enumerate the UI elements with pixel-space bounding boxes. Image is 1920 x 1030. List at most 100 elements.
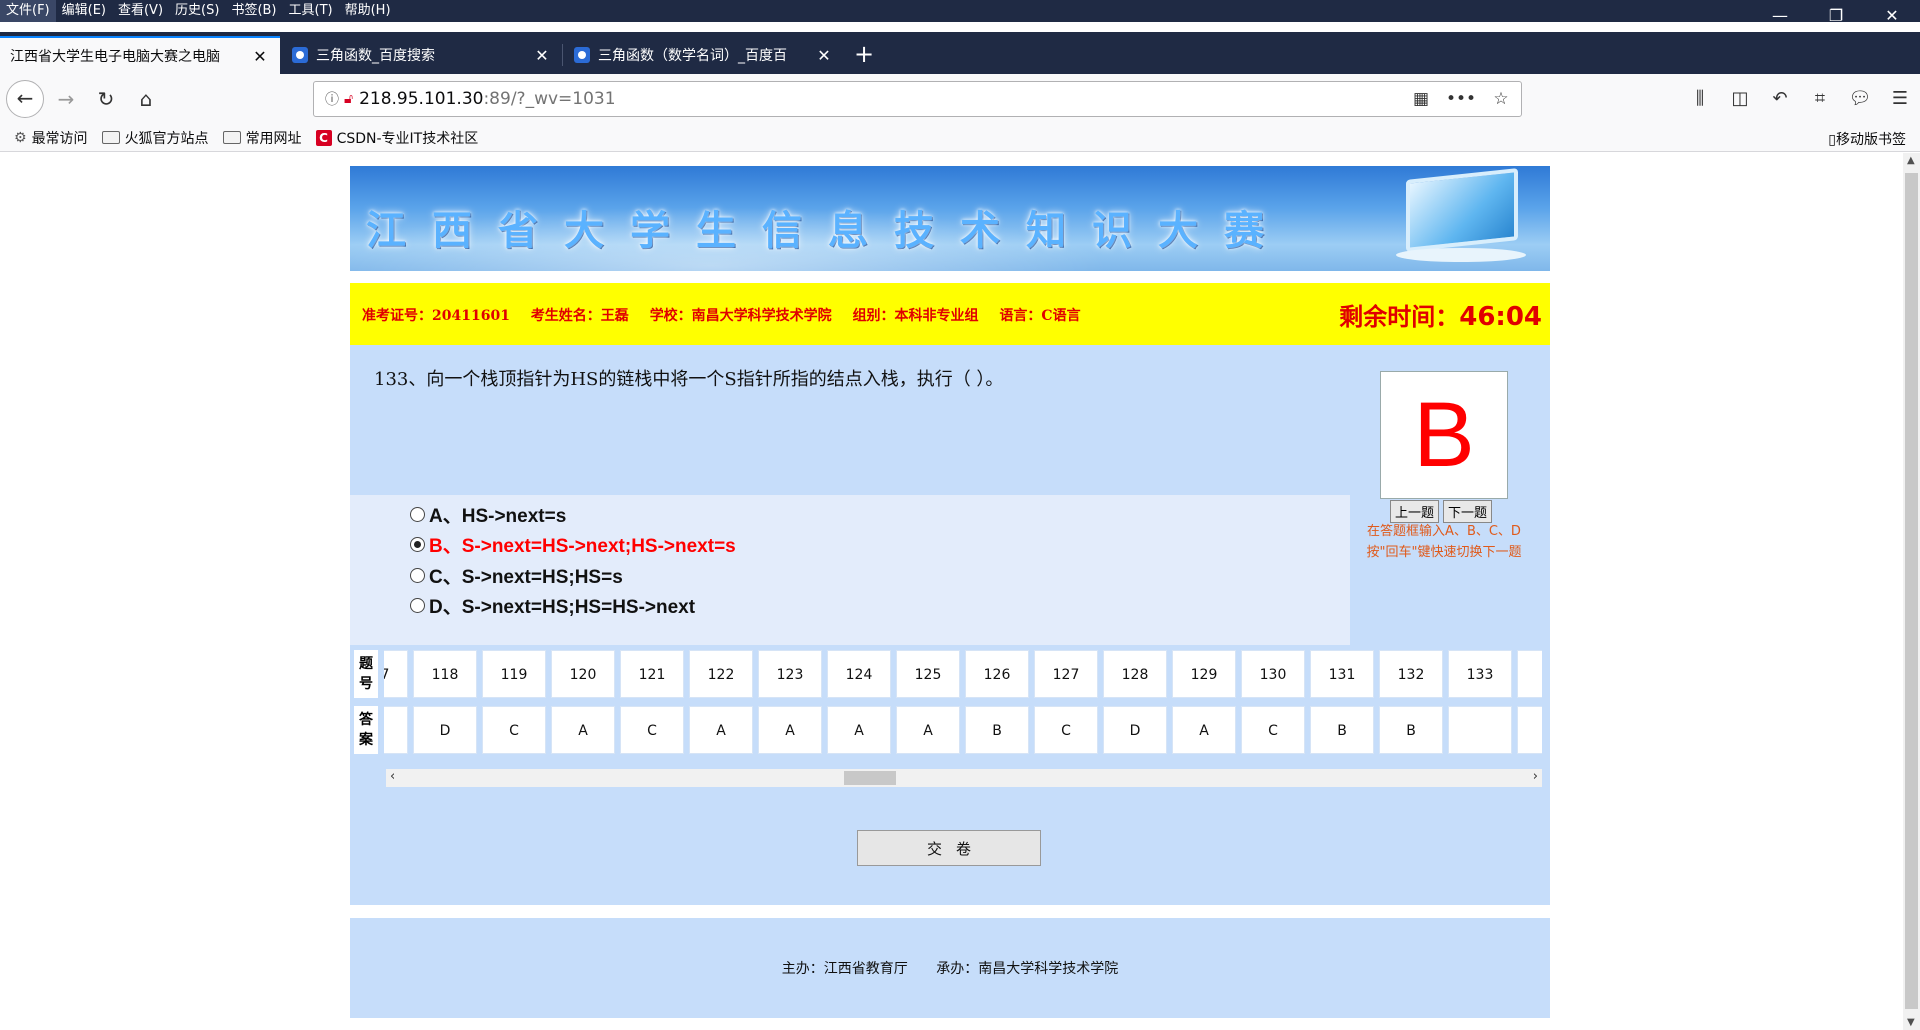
question-number-cell[interactable]: 132 — [1379, 650, 1443, 698]
menu-item[interactable]: 帮助(H) — [339, 0, 397, 22]
answer-cell[interactable]: A — [689, 706, 753, 754]
option-a-label[interactable]: A、HS->next=s — [429, 501, 566, 528]
insecure-lock-icon[interactable]: 🔓︎ — [344, 91, 353, 107]
crop-icon[interactable]: ⌗ — [1800, 83, 1840, 115]
new-tab-button[interactable]: + — [846, 36, 882, 74]
close-icon[interactable]: ✕ — [250, 47, 270, 66]
mobile-bookmarks[interactable]: ▯移动版书签 — [1828, 129, 1906, 149]
page-scrollbar[interactable]: ▲ ▼ — [1903, 153, 1920, 1030]
question-number-cell[interactable]: 117 — [384, 650, 408, 698]
home-button[interactable]: ⌂ — [130, 83, 162, 115]
option-c-radio[interactable] — [410, 568, 425, 583]
option-b-label[interactable]: B、S->next=HS->next;HS->next=s — [429, 531, 736, 558]
bookmark-csdn[interactable]: C CSDN-专业IT技术社区 — [315, 128, 478, 148]
bookmark-common-sites[interactable]: 常用网址 — [222, 128, 302, 148]
answer-cell[interactable]: A — [827, 706, 891, 754]
scroll-left-icon[interactable]: ‹ — [390, 769, 395, 784]
answer-cell[interactable]: A — [551, 706, 615, 754]
option-b[interactable]: B、S->next=HS->next;HS->next=s — [410, 531, 736, 558]
answer-cell[interactable]: A — [896, 706, 960, 754]
scroll-right-icon[interactable]: › — [1533, 769, 1538, 784]
question-number-cell[interactable]: 129 — [1172, 650, 1236, 698]
close-icon[interactable]: ✕ — [814, 46, 834, 65]
submit-exam-button[interactable]: 交卷 — [857, 830, 1041, 866]
back-button[interactable]: ← — [6, 80, 44, 118]
answer-cell[interactable]: B — [965, 706, 1029, 754]
info-icon[interactable]: ⓘ — [320, 89, 344, 109]
question-number-cell[interactable]: 133 — [1448, 650, 1512, 698]
close-icon[interactable]: ✕ — [532, 46, 552, 65]
answer-display[interactable]: B — [1381, 372, 1507, 498]
url-bar[interactable]: ⓘ 🔓︎ 218.95.101.30 :89/?_wv=1031 ▦ ••• ☆ — [313, 81, 1522, 117]
question-number-cell[interactable]: 122 — [689, 650, 753, 698]
answer-cell[interactable]: C — [482, 706, 546, 754]
restore-button[interactable]: ❐ — [1808, 0, 1864, 32]
scroll-up-icon[interactable]: ▲ — [1907, 155, 1915, 166]
menu-item[interactable]: 书签(B) — [225, 0, 282, 22]
bookmark-star-icon[interactable]: ☆ — [1481, 89, 1521, 109]
menu-item[interactable]: 工具(T) — [283, 0, 339, 22]
answer-cell[interactable]: C — [1241, 706, 1305, 754]
question-number-cell[interactable]: 121 — [620, 650, 684, 698]
question-number-cell[interactable]: 124 — [827, 650, 891, 698]
menu-item[interactable]: 查看(V) — [112, 0, 169, 22]
question-number-cell[interactable]: 125 — [896, 650, 960, 698]
question-number-cell[interactable]: 126 — [965, 650, 1029, 698]
option-c-label[interactable]: C、S->next=HS;HS=s — [429, 562, 623, 589]
option-d-label[interactable]: D、S->next=HS;HS=HS->next — [429, 592, 695, 619]
qr-code-icon[interactable]: ▦ — [1401, 89, 1441, 109]
page-scrollbar-thumb[interactable] — [1905, 173, 1918, 1009]
undo-icon[interactable]: ↶ — [1760, 83, 1800, 115]
option-d-radio[interactable] — [410, 598, 425, 613]
question-number-cell[interactable]: 119 — [482, 650, 546, 698]
answer-cell[interactable]: D — [413, 706, 477, 754]
question-number-cell[interactable]: 123 — [758, 650, 822, 698]
option-c[interactable]: C、S->next=HS;HS=s — [410, 562, 623, 589]
menu-item[interactable]: 文件(F) — [0, 0, 56, 22]
hamburger-menu-icon[interactable]: ☰ — [1880, 83, 1920, 115]
answer-cell[interactable]: C — [1034, 706, 1098, 754]
answer-cell[interactable] — [1517, 706, 1542, 754]
question-number-cell[interactable]: 130 — [1241, 650, 1305, 698]
option-d[interactable]: D、S->next=HS;HS=HS->next — [410, 592, 695, 619]
url-host[interactable]: 218.95.101.30 — [359, 89, 483, 109]
tab-baidu-baike[interactable]: 三角函数（数学名词）_百度百 ✕ — [564, 36, 844, 74]
next-question-button[interactable]: 下一题 — [1443, 500, 1493, 523]
scrollbar-thumb[interactable] — [844, 771, 896, 785]
answer-cell[interactable]: C — [620, 706, 684, 754]
answer-cell[interactable]: A — [1172, 706, 1236, 754]
question-number-cell[interactable] — [1517, 650, 1542, 698]
answer-cell[interactable] — [1448, 706, 1512, 754]
tab-baidu-search[interactable]: 三角函数_百度搜索 ✕ — [282, 36, 562, 74]
answer-input-box[interactable]: B — [1380, 371, 1508, 499]
answer-cell[interactable]: B — [1310, 706, 1374, 754]
menu-item[interactable]: 编辑(E) — [56, 0, 112, 22]
scroll-down-icon[interactable]: ▼ — [1907, 1017, 1915, 1028]
answer-cell[interactable]: D — [1103, 706, 1167, 754]
question-number-cell[interactable]: 131 — [1310, 650, 1374, 698]
prev-question-button[interactable]: 上一题 — [1390, 500, 1440, 523]
question-number-cell[interactable]: 120 — [551, 650, 615, 698]
question-number-cell[interactable]: 118 — [413, 650, 477, 698]
sidebar-icon[interactable]: ◫ — [1720, 83, 1760, 115]
answer-cell[interactable]: C — [384, 706, 408, 754]
menu-item[interactable]: 历史(S) — [169, 0, 225, 22]
minimize-button[interactable]: — — [1752, 0, 1808, 32]
option-a[interactable]: A、HS->next=s — [410, 501, 566, 528]
url-path[interactable]: :89/?_wv=1031 — [483, 89, 1401, 109]
bookmark-firefox-sites[interactable]: 火狐官方站点 — [101, 128, 209, 148]
answer-sheet-scrollbar[interactable]: ‹ › — [386, 769, 1542, 787]
close-window-button[interactable]: ✕ — [1864, 0, 1920, 32]
answer-cell[interactable]: B — [1379, 706, 1443, 754]
answer-cell[interactable]: A — [758, 706, 822, 754]
chat-icon[interactable]: 💬︎ — [1840, 83, 1880, 115]
forward-button[interactable]: → — [50, 83, 82, 115]
question-number-cell[interactable]: 128 — [1103, 650, 1167, 698]
option-a-radio[interactable] — [410, 507, 425, 522]
question-number-cell[interactable]: 127 — [1034, 650, 1098, 698]
reload-button[interactable]: ↻ — [90, 83, 122, 115]
library-icon[interactable]: ⫼ — [1680, 83, 1720, 115]
bookmark-most-visited[interactable]: ⚙ 最常访问 — [14, 128, 88, 148]
option-b-radio[interactable] — [410, 537, 425, 552]
tab-exam[interactable]: 江西省大学生电子电脑大赛之电脑 ✕ — [0, 36, 280, 74]
